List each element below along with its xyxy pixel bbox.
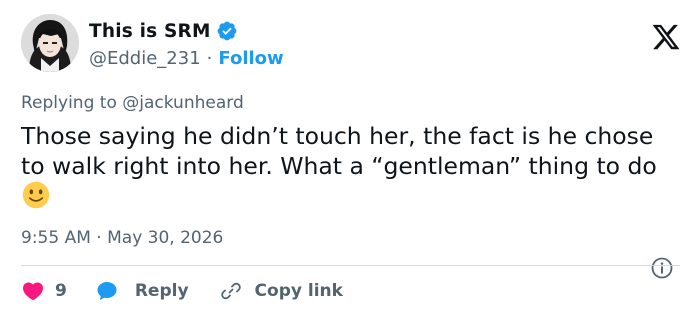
tweet-body: Those saying he didn’t touch her, the fa…: [21, 121, 671, 211]
speech-bubble-icon: [97, 282, 117, 300]
reply-label: Reply: [134, 281, 189, 301]
avatar[interactable]: [21, 14, 79, 72]
replying-to-label: Replying to: [21, 93, 117, 113]
tweet-header: This is SRM @Eddie_231 · Follow: [21, 12, 681, 80]
tweet-date: May 30, 2026: [107, 228, 224, 248]
x-logo-icon[interactable]: [651, 22, 681, 52]
separator-dot: ·: [96, 228, 102, 248]
tweet-text: Those saying he didn’t touch her, the fa…: [21, 122, 657, 180]
tweet-timestamp[interactable]: 9:55 AM · May 30, 2026: [21, 228, 223, 248]
separator-dot: ·: [206, 48, 213, 69]
copy-link-button[interactable]: Copy link: [219, 279, 343, 303]
slightly-smiling-face-emoji: [22, 181, 50, 209]
user-handle[interactable]: @Eddie_231: [89, 48, 201, 69]
replying-to: Replying to @jackunheard: [21, 93, 244, 113]
reply-button[interactable]: Reply: [95, 279, 189, 303]
follow-button[interactable]: Follow: [218, 48, 283, 69]
action-bar: 9 Reply Copy link: [21, 277, 343, 305]
divider: [21, 265, 680, 266]
tweet-time: 9:55 AM: [21, 228, 91, 248]
display-name[interactable]: This is SRM: [89, 21, 211, 42]
verified-badge-icon: [217, 21, 236, 41]
reply-mention-link[interactable]: @jackunheard: [122, 93, 244, 113]
copy-link-label: Copy link: [254, 281, 343, 301]
link-icon: [220, 282, 241, 300]
like-button[interactable]: 9: [21, 279, 67, 303]
like-count: 9: [55, 281, 67, 301]
heart-icon: [22, 282, 44, 301]
info-icon[interactable]: [650, 256, 674, 280]
